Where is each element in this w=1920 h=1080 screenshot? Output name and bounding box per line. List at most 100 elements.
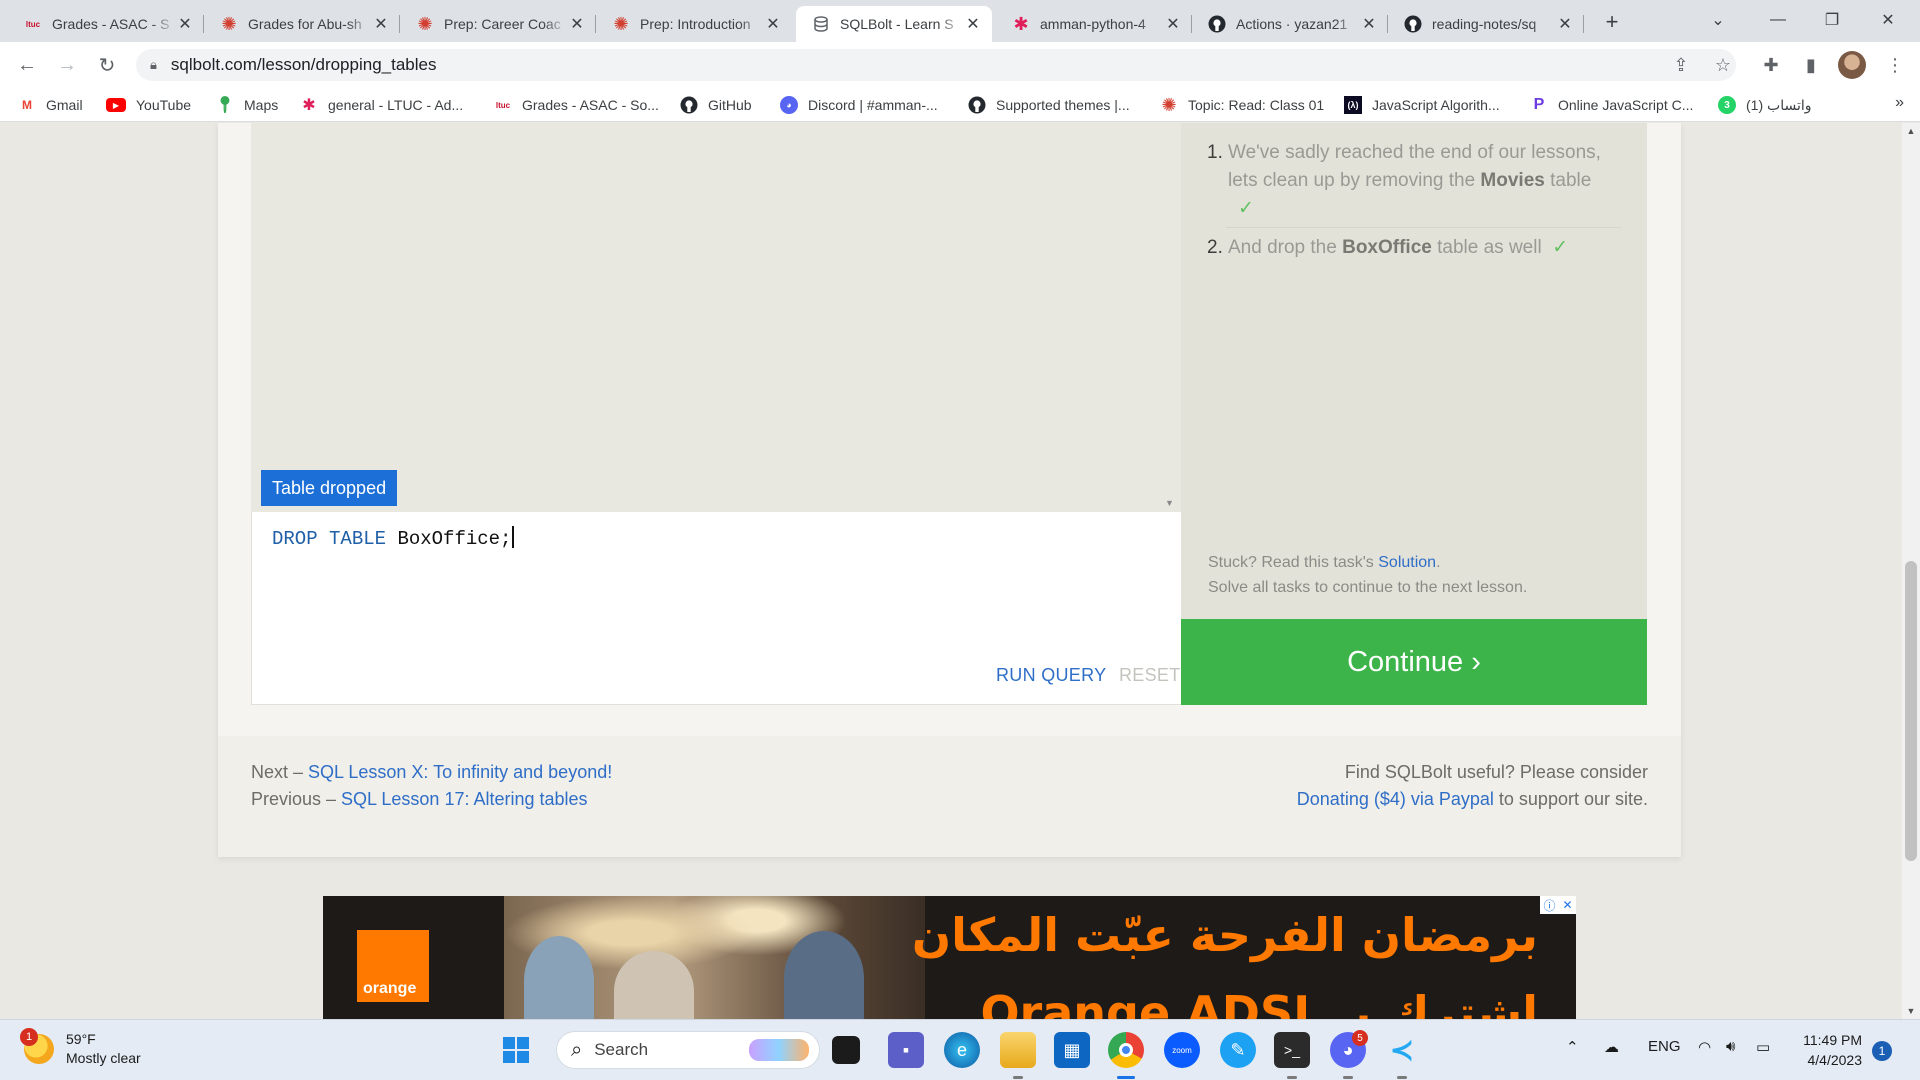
bookmark-discord[interactable]: ◕ Discord | #amman-...: [780, 93, 938, 117]
side-panel-icon[interactable]: ▮: [1796, 50, 1826, 80]
battery-icon[interactable]: ▭: [1756, 1038, 1770, 1056]
scroll-down-arrow-icon[interactable]: ▼: [1165, 498, 1174, 508]
menu-icon[interactable]: ⋮: [1880, 50, 1910, 80]
ad-info-icon[interactable]: ⓘ: [1543, 897, 1555, 914]
file-explorer-icon[interactable]: [1000, 1032, 1036, 1068]
tab-amman-python[interactable]: ✱ amman-python-4 ✕: [996, 6, 1192, 42]
close-icon[interactable]: ✕: [372, 15, 390, 33]
tab-title: Actions · yazan21: [1236, 16, 1348, 32]
bookmark-star-icon[interactable]: ☆: [1708, 50, 1738, 80]
edge-icon[interactable]: e: [944, 1032, 980, 1068]
more-bookmarks-icon[interactable]: »: [1895, 94, 1904, 112]
page-scrollbar[interactable]: ▲ ▼: [1902, 123, 1920, 1019]
vscode-icon[interactable]: ≺: [1384, 1032, 1420, 1068]
lock-icon[interactable]: 🔒︎: [150, 57, 157, 73]
share-icon[interactable]: ⇪: [1666, 50, 1696, 80]
microsoft-store-icon[interactable]: ▦: [1054, 1032, 1090, 1068]
stuck-text: Stuck? Read this task's: [1208, 554, 1379, 571]
scrollbar-thumb[interactable]: [1905, 561, 1917, 861]
reload-button[interactable]: ↻: [92, 50, 122, 80]
tab-grades-asac[interactable]: ltuc Grades - ASAC - S ✕: [8, 6, 204, 42]
tab-search-icon[interactable]: ⌄: [1700, 4, 1736, 36]
terminal-icon[interactable]: >_: [1274, 1032, 1310, 1068]
ad-choices[interactable]: ⓘ ✕: [1540, 896, 1576, 914]
close-window-button[interactable]: ✕: [1870, 4, 1906, 36]
bookmark-maps[interactable]: 📍︎ Maps: [215, 93, 278, 117]
close-icon[interactable]: ✕: [964, 15, 982, 33]
new-tab-button[interactable]: +: [1598, 8, 1626, 36]
zoom-icon[interactable]: zoom: [1164, 1032, 1200, 1068]
url-text: sqlbolt.com/lesson/dropping_tables: [170, 55, 437, 74]
close-icon[interactable]: ✕: [764, 15, 782, 33]
bookmark-topic-read[interactable]: ✺ Topic: Read: Class 01: [1160, 93, 1324, 117]
close-icon[interactable]: ✕: [568, 15, 586, 33]
close-icon[interactable]: ✕: [1360, 15, 1378, 33]
bookmark-gmail[interactable]: M Gmail: [18, 93, 83, 117]
donate-link[interactable]: Donating ($4) via Paypal: [1297, 789, 1494, 809]
volume-icon[interactable]: 🔊︎: [1726, 1038, 1735, 1055]
tab-prep-intro[interactable]: ✺ Prep: Introduction ✕: [596, 6, 792, 42]
onedrive-cloud-icon[interactable]: ☁: [1604, 1038, 1619, 1056]
language-indicator[interactable]: ENG: [1648, 1038, 1681, 1055]
notification-badge[interactable]: 1: [1872, 1041, 1892, 1061]
back-button[interactable]: ←: [12, 50, 42, 80]
close-icon[interactable]: ✕: [1164, 15, 1182, 33]
previous-label: Previous –: [251, 789, 342, 809]
scroll-down-arrow-icon[interactable]: ▼: [1902, 1003, 1920, 1019]
bookmark-supported-themes[interactable]: Supported themes |...: [968, 93, 1130, 117]
run-query-button[interactable]: RUN QUERY: [996, 665, 1106, 686]
solve-all-hint: Solve all tasks to continue to the next …: [1208, 579, 1528, 596]
extensions-icon[interactable]: ✚: [1756, 50, 1786, 80]
results-scrollbar[interactable]: ▼: [1160, 123, 1181, 512]
bookmark-github[interactable]: GitHub: [680, 93, 752, 117]
windows-taskbar: 1 59°F Mostly clear ⌕ Search ▪ e ▦ zoom …: [0, 1019, 1920, 1080]
close-icon[interactable]: ✕: [1556, 15, 1574, 33]
next-lesson-link[interactable]: SQL Lesson X: To infinity and beyond!: [308, 762, 612, 782]
bookmark-javascript-algorithms[interactable]: (λ) JavaScript Algorith...: [1344, 93, 1500, 117]
asac-gear-icon: ✺: [1161, 94, 1177, 115]
chrome-icon[interactable]: [1108, 1032, 1144, 1068]
taskbar-search[interactable]: ⌕ Search: [556, 1031, 820, 1069]
sql-query-input[interactable]: DROP TABLE BoxOffice;: [272, 526, 515, 550]
whatsapp-icon: 3: [1718, 96, 1736, 114]
gmail-icon: M: [22, 98, 32, 112]
bookmark-whatsapp[interactable]: 3 واتساب (1): [1718, 93, 1812, 117]
tab-reading-notes[interactable]: reading-notes/sq ✕: [1388, 6, 1584, 42]
minimize-button[interactable]: —: [1760, 4, 1796, 36]
bookmark-label: JavaScript Algorith...: [1372, 97, 1500, 113]
reset-button[interactable]: RESET: [1119, 665, 1181, 686]
profile-avatar[interactable]: [1838, 51, 1866, 79]
system-clock[interactable]: 11:49 PM 4/4/2023: [1798, 1030, 1862, 1070]
ad-banner[interactable]: orange برمضان الفرحة عبّت المكان اشترك ب…: [323, 896, 1576, 1019]
show-hidden-icons-icon[interactable]: ⌃: [1566, 1038, 1579, 1056]
forward-button[interactable]: →: [52, 50, 82, 80]
scroll-up-arrow-icon[interactable]: ▲: [1902, 123, 1920, 139]
bookmark-grades-asac[interactable]: ltuc Grades - ASAC - So...: [494, 93, 659, 117]
wifi-icon[interactable]: ◠: [1698, 1038, 1711, 1056]
tab-grades-abu[interactable]: ✺ Grades for Abu-sh ✕: [204, 6, 400, 42]
start-windows-icon[interactable]: [498, 1032, 534, 1068]
tab-prep-career[interactable]: ✺ Prep: Career Coac ✕: [400, 6, 596, 42]
bookmark-general-ltuc[interactable]: ✱ general - LTUC - Ad...: [300, 93, 463, 117]
task-divider: [1226, 227, 1621, 228]
previous-lesson-link[interactable]: SQL Lesson 17: Altering tables: [341, 789, 588, 809]
address-bar[interactable]: 🔒︎ sqlbolt.com/lesson/dropping_tables: [136, 49, 1736, 81]
tab-actions[interactable]: Actions · yazan21 ✕: [1192, 6, 1388, 42]
sql-editor[interactable]: DROP TABLE BoxOffice; RUN QUERY RESET: [251, 512, 1181, 705]
discord-icon: ◕: [780, 96, 798, 114]
teams-chat-icon[interactable]: ▪: [888, 1032, 924, 1068]
task-item-1: 1. We've sadly reached the end of our le…: [1207, 139, 1627, 219]
restore-button[interactable]: ❐: [1814, 4, 1850, 36]
running-indicator: [1397, 1076, 1407, 1079]
feather-app-icon[interactable]: ✎: [1220, 1032, 1256, 1068]
task-view-icon[interactable]: [832, 1036, 860, 1064]
bookmark-youtube[interactable]: ▶ YouTube: [106, 93, 191, 117]
tab-sqlbolt[interactable]: SQLBolt - Learn S ✕: [796, 6, 992, 42]
github-icon: [680, 96, 698, 114]
continue-button[interactable]: Continue ›: [1181, 619, 1647, 705]
bookmark-online-javascript[interactable]: P Online JavaScript C...: [1530, 93, 1694, 117]
weather-widget[interactable]: 1 59°F Mostly clear: [20, 1028, 141, 1068]
close-icon[interactable]: ✕: [176, 15, 194, 33]
ad-close-icon[interactable]: ✕: [1562, 898, 1572, 912]
solution-link[interactable]: Solution: [1378, 554, 1436, 571]
